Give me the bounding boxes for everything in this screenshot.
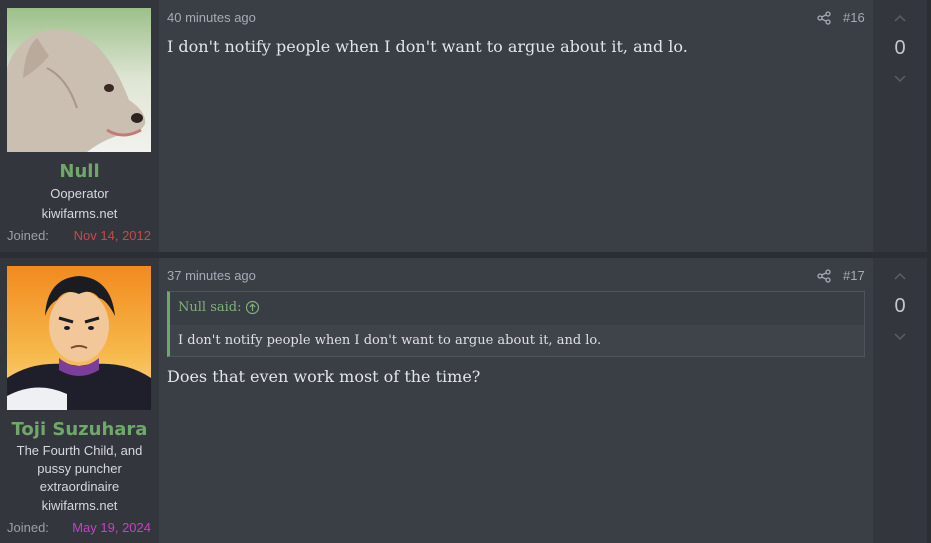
user-site: kiwifarms.net [41, 498, 118, 513]
post-number-link[interactable]: #17 [843, 268, 865, 283]
user-title: Ooperator [50, 186, 109, 201]
user-sidebar: Null Ooperator kiwifarms.net Joined: Nov… [0, 0, 159, 252]
avatar[interactable] [7, 266, 151, 410]
divider [927, 0, 931, 252]
joined-label: Joined: [7, 520, 49, 535]
quote-text: I don't notify people when I don't want … [178, 333, 602, 348]
vote-panel: 0 [873, 0, 927, 252]
joined-label: Joined: [7, 228, 49, 243]
post-content: 37 minutes ago #17 Null said: I don't no… [159, 258, 873, 543]
post-body: Does that even work most of the time? [167, 367, 481, 386]
vote-panel: 0 [873, 258, 927, 543]
vote-count: 0 [894, 295, 906, 317]
post-time[interactable]: 37 minutes ago [167, 268, 256, 283]
quote-header [170, 292, 864, 325]
username[interactable]: Toji Suzuhara [0, 419, 159, 440]
username[interactable]: Null [0, 161, 159, 182]
post-17: Toji Suzuhara The Fourth Child, and puss… [0, 258, 931, 543]
share-icon[interactable] [817, 10, 831, 25]
post-time[interactable]: 40 minutes ago [167, 10, 256, 25]
quote-attribution[interactable]: Null said: [178, 300, 241, 315]
joined-date: Nov 14, 2012 [73, 228, 151, 243]
avatar[interactable] [7, 8, 151, 152]
divider [927, 258, 931, 543]
downvote-chevron-down-icon[interactable] [873, 71, 927, 85]
upvote-chevron-up-icon[interactable] [873, 270, 927, 284]
post-body: I don't notify people when I don't want … [167, 37, 688, 56]
vote-count: 0 [894, 37, 906, 59]
downvote-chevron-down-icon[interactable] [873, 329, 927, 343]
post-16: Null Ooperator kiwifarms.net Joined: Nov… [0, 0, 931, 252]
user-title: The Fourth Child, and pussy puncher extr… [16, 443, 143, 494]
post-number-link[interactable]: #16 [843, 10, 865, 25]
user-sidebar: Toji Suzuhara The Fourth Child, and puss… [0, 258, 159, 543]
joined-date: May 19, 2024 [72, 520, 151, 535]
share-icon[interactable] [817, 268, 831, 283]
arrow-up-circle-icon[interactable] [245, 300, 260, 315]
user-site: kiwifarms.net [41, 206, 118, 221]
post-content: 40 minutes ago #16 I don't notify people… [159, 0, 873, 252]
quote-block: Null said: I don't notify people when I … [167, 291, 865, 357]
upvote-chevron-up-icon[interactable] [873, 12, 927, 26]
